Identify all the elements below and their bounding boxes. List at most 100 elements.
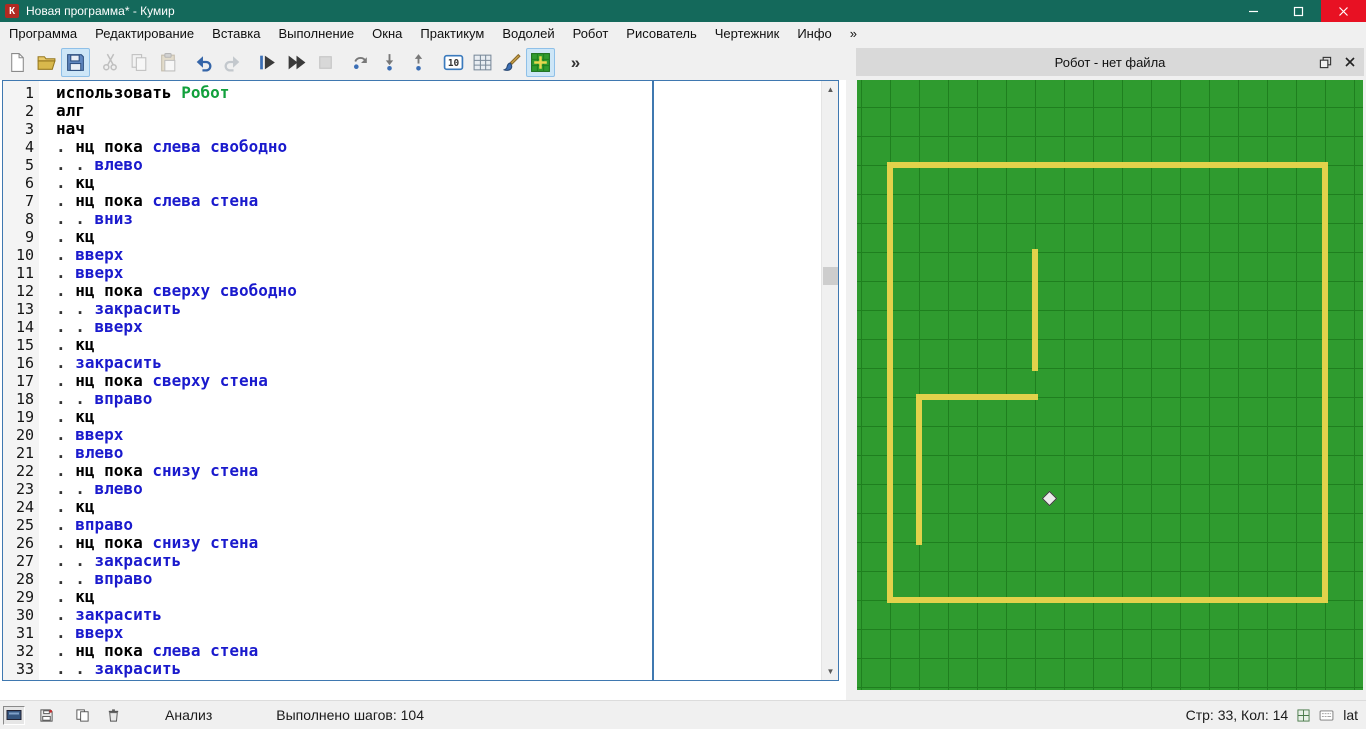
robot-window-titlebar[interactable]: Робот - нет файла [856,48,1364,76]
menu-item-editing[interactable]: Редактирование [86,23,203,44]
line-number: 15 [3,336,39,354]
variables-window-button[interactable] [468,48,497,77]
menu-item-execution[interactable]: Выполнение [269,23,363,44]
code-line: . вправо [56,516,652,534]
line-number: 26 [3,534,39,552]
code-line: . кц [56,174,652,192]
menu-item-robot[interactable]: Робот [564,23,618,44]
code-line: алг [56,102,652,120]
close-robot-window-icon[interactable] [1344,56,1356,68]
cut-icon [100,52,121,73]
trash-icon[interactable] [106,708,121,723]
window-controls [1231,0,1366,22]
code-line: . кц [56,588,652,606]
save-file-button[interactable] [61,48,90,77]
code-area[interactable]: использовать Роботалгнач. нц пока слева … [39,81,652,680]
painter-window-button[interactable] [497,48,526,77]
run-fast-button[interactable] [282,48,311,77]
open-folder-icon [36,52,57,73]
close-button[interactable] [1321,0,1366,22]
line-number: 18 [3,390,39,408]
line-number: 30 [3,606,39,624]
grid-line [857,310,1363,311]
line-number: 33 [3,660,39,678]
toolbar-overflow-button[interactable]: » [561,48,590,77]
editor-margin [654,81,823,680]
line-number: 6 [3,174,39,192]
menu-item-info[interactable]: Инфо [788,23,840,44]
stop-button [311,48,340,77]
new-file-button[interactable] [3,48,32,77]
line-number: 2 [3,102,39,120]
code-line: . нц пока слева свободно [56,138,652,156]
grid-line [857,136,1363,137]
grid-line [857,339,1363,340]
scroll-up-icon[interactable]: ▲ [822,81,839,98]
code-line: . . закрасить [56,300,652,318]
menu-item-practicum[interactable]: Практикум [411,23,493,44]
io-panel-button[interactable]: 10 [439,48,468,77]
run-button[interactable] [253,48,282,77]
scrollbar-thumb[interactable] [823,267,838,285]
line-number: 29 [3,588,39,606]
editor-scrollbar[interactable]: ▲ ▼ [821,81,838,680]
undo-button[interactable] [189,48,218,77]
editor-pane: 10» 123456789101112131415161718192021222… [0,44,846,700]
line-number: 11 [3,264,39,282]
robot-field-button[interactable] [526,48,555,77]
mode-label: Анализ [165,707,212,723]
kumir-window: К Новая программа* - Кумир ПрограммаРеда… [0,0,1366,729]
menu-overflow[interactable]: » [841,23,866,44]
grid-line [857,426,1363,427]
grid-line [857,368,1363,369]
step-out-button[interactable] [404,48,433,77]
undock-icon[interactable] [1319,56,1332,69]
robot [1041,490,1057,506]
save-small-icon[interactable] [39,708,54,723]
menu-item-windows[interactable]: Окна [363,23,411,44]
code-line: нач [56,120,652,138]
keyboard-layout-label: lat [1343,707,1358,723]
grid-line [857,687,1363,688]
io-indicator-icon[interactable] [3,706,25,725]
window-title: Новая программа* - Кумир [26,4,175,18]
code-line: . нц пока слева стена [56,642,652,660]
menu-item-vodoley[interactable]: Водолей [493,23,563,44]
redo-button [218,48,247,77]
code-line: . влево [56,444,652,462]
scroll-down-icon[interactable]: ▼ [822,663,839,680]
line-number: 24 [3,498,39,516]
wall-segment [1322,162,1328,603]
code-line: . закрасить [56,354,652,372]
grid-line [857,571,1363,572]
paste-button [154,48,183,77]
open-file-button[interactable] [32,48,61,77]
painter-icon [501,52,522,73]
menu-item-chertezhnik[interactable]: Чертежник [706,23,789,44]
line-number: 31 [3,624,39,642]
copy-small-icon[interactable] [75,708,90,723]
robot-field[interactable] [857,80,1363,690]
minimize-button[interactable] [1231,0,1276,22]
grid-line [857,223,1363,224]
step-in-button[interactable] [375,48,404,77]
code-line: . кц [56,336,652,354]
line-numbers: 1234567891011121314151617181920212223242… [3,81,39,680]
menu-item-risovatel[interactable]: Рисователь [617,23,705,44]
code-line: . . вправо [56,390,652,408]
undo-icon [193,52,214,73]
grid-line [857,107,1363,108]
copy-icon [129,52,150,73]
maximize-button[interactable] [1276,0,1321,22]
step-over-button[interactable] [346,48,375,77]
line-number: 14 [3,318,39,336]
code-line: . нц пока сверху стена [56,372,652,390]
grid-line [857,194,1363,195]
step-out-icon [408,52,429,73]
menu-item-insert[interactable]: Вставка [203,23,269,44]
menu-item-program[interactable]: Программа [0,23,86,44]
code-editor[interactable]: 1234567891011121314151617181920212223242… [2,80,839,681]
cut-button [96,48,125,77]
chevron-double-icon: » [571,54,580,71]
wall-segment [1032,249,1038,371]
